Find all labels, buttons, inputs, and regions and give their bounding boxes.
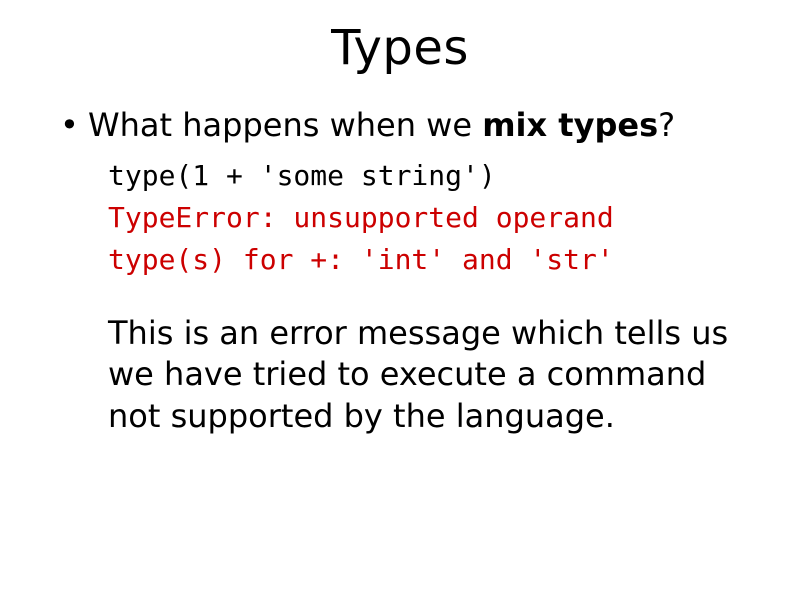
code-line: type(1 + 'some string') (108, 157, 760, 195)
slide-title: Types (40, 20, 760, 76)
bullet-text-post: ? (658, 106, 675, 144)
slide: Types What happens when we mix types? ty… (0, 0, 800, 600)
slide-content: What happens when we mix types? type(1 +… (40, 104, 760, 437)
error-line-2: type(s) for +: 'int' and 'str' (108, 241, 760, 279)
error-line-1: TypeError: unsupported operand (108, 199, 760, 237)
bullet-text-pre: What happens when we (88, 106, 482, 144)
explanation-text: This is an error message which tells us … (108, 313, 760, 438)
bullet-item: What happens when we mix types? (60, 104, 760, 147)
code-block: type(1 + 'some string') TypeError: unsup… (108, 157, 760, 437)
bullet-text-bold: mix types (482, 106, 658, 144)
bullet-list: What happens when we mix types? (60, 104, 760, 147)
